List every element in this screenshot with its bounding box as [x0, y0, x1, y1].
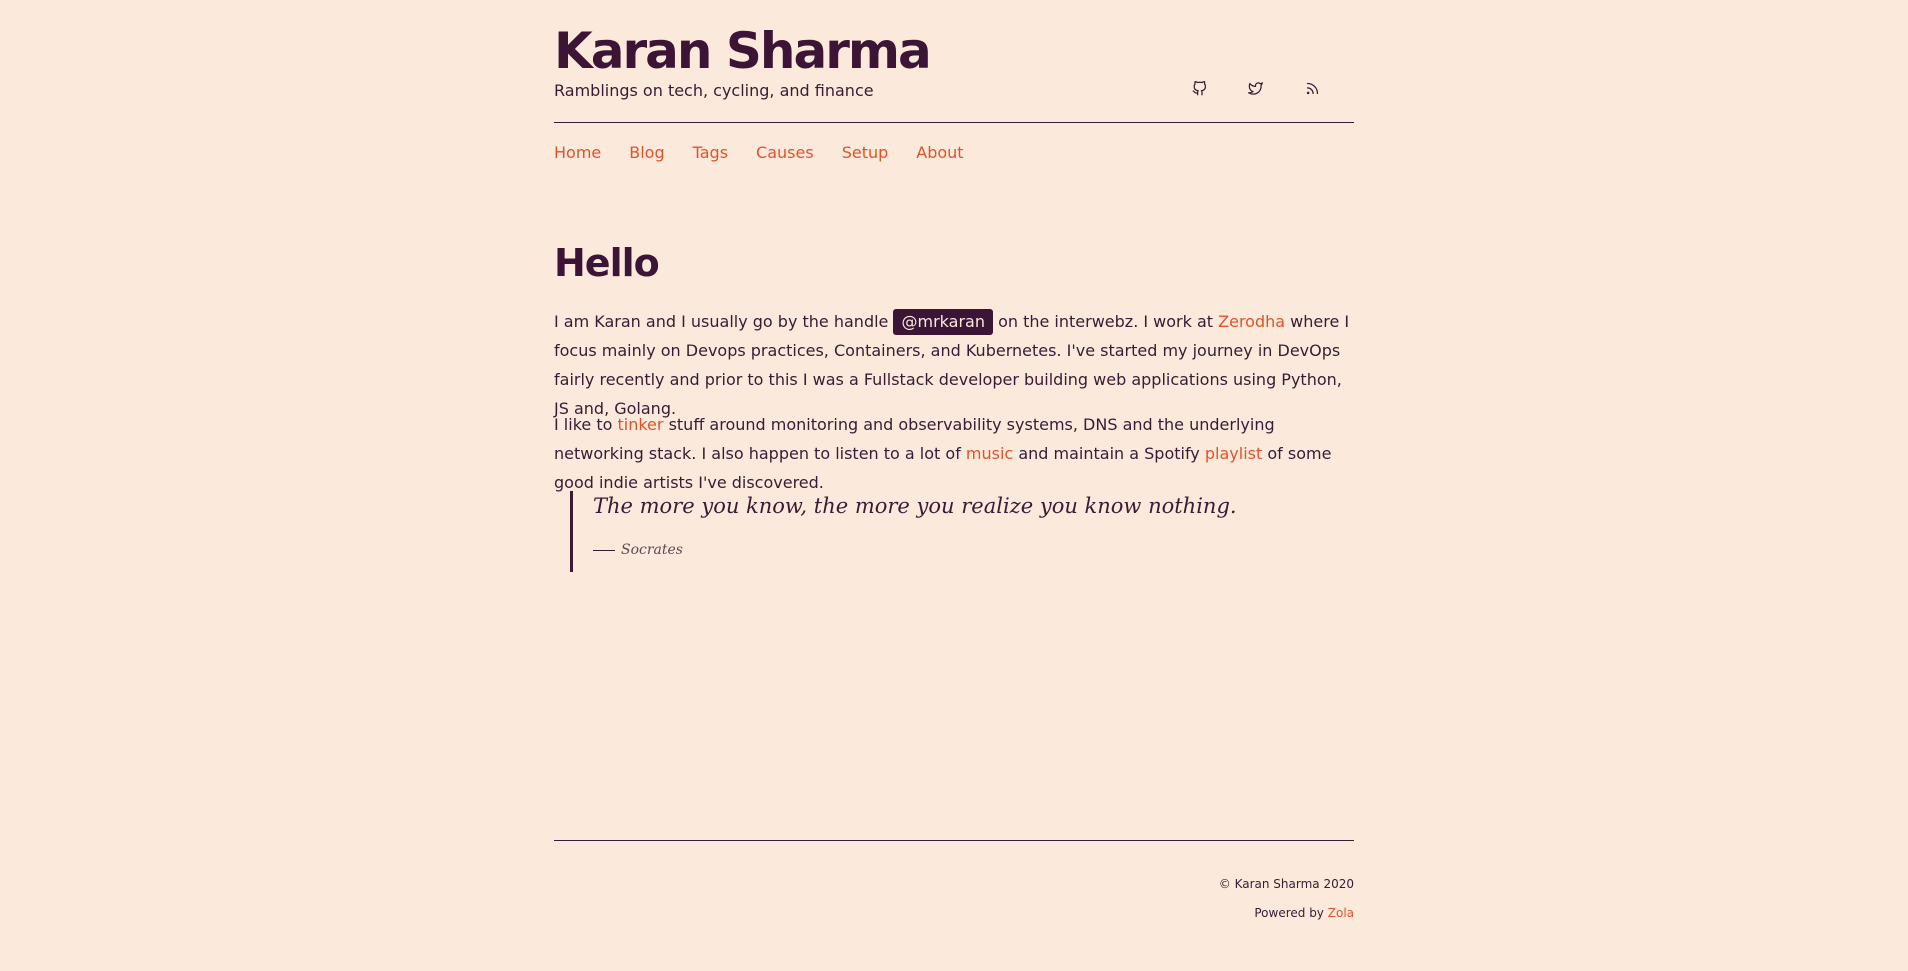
zerodha-link[interactable]: Zerodha: [1218, 312, 1285, 331]
handle-badge: @mrkaran: [893, 309, 993, 335]
playlist-link[interactable]: playlist: [1205, 444, 1262, 463]
interests-text-1: I like to: [554, 415, 613, 434]
github-icon: [1192, 80, 1206, 95]
nav-setup[interactable]: Setup: [842, 141, 889, 165]
quote-citation: Socrates: [593, 540, 683, 560]
interests-text-3: and maintain a Spotify: [1018, 444, 1200, 463]
site-title[interactable]: Karan Sharma: [554, 20, 932, 82]
nav-about[interactable]: About: [916, 141, 963, 165]
intro-text-2: on the interwebz. I work at: [998, 312, 1214, 331]
rss-link[interactable]: [1303, 79, 1321, 97]
zola-link[interactable]: Zola: [1328, 906, 1354, 920]
nav-home[interactable]: Home: [554, 141, 601, 165]
footer-powered: Powered by Zola: [1254, 905, 1354, 921]
page-heading: Hello: [554, 241, 660, 285]
site-tagline: Ramblings on tech, cycling, and finance: [554, 81, 874, 100]
main-nav: Home Blog Tags Causes Setup About: [554, 141, 992, 165]
quote-text: The more you know, the more you realize …: [593, 494, 1237, 518]
intro-text-1: I am Karan and I usually go by the handl…: [554, 312, 889, 331]
interests-paragraph: I like to tinker stuff around monitoring…: [554, 410, 1354, 497]
nav-blog[interactable]: Blog: [629, 141, 664, 165]
twitter-link[interactable]: [1246, 79, 1264, 97]
quote-block: The more you know, the more you realize …: [570, 491, 1333, 572]
footer-copyright: © Karan Sharma 2020: [1218, 877, 1354, 891]
header-divider: [554, 122, 1354, 123]
citation-dash: [593, 549, 615, 551]
music-link[interactable]: music: [966, 444, 1013, 463]
tinker-link[interactable]: tinker: [617, 415, 663, 434]
intro-paragraph: I am Karan and I usually go by the handl…: [554, 307, 1354, 423]
rss-icon: [1306, 82, 1318, 94]
nav-tags[interactable]: Tags: [693, 141, 728, 165]
twitter-icon: [1247, 81, 1263, 95]
footer-divider: [554, 840, 1354, 841]
powered-prefix: Powered by: [1254, 906, 1324, 920]
quote-author: Socrates: [621, 542, 683, 558]
nav-causes[interactable]: Causes: [756, 141, 814, 165]
github-link[interactable]: [1190, 79, 1208, 97]
